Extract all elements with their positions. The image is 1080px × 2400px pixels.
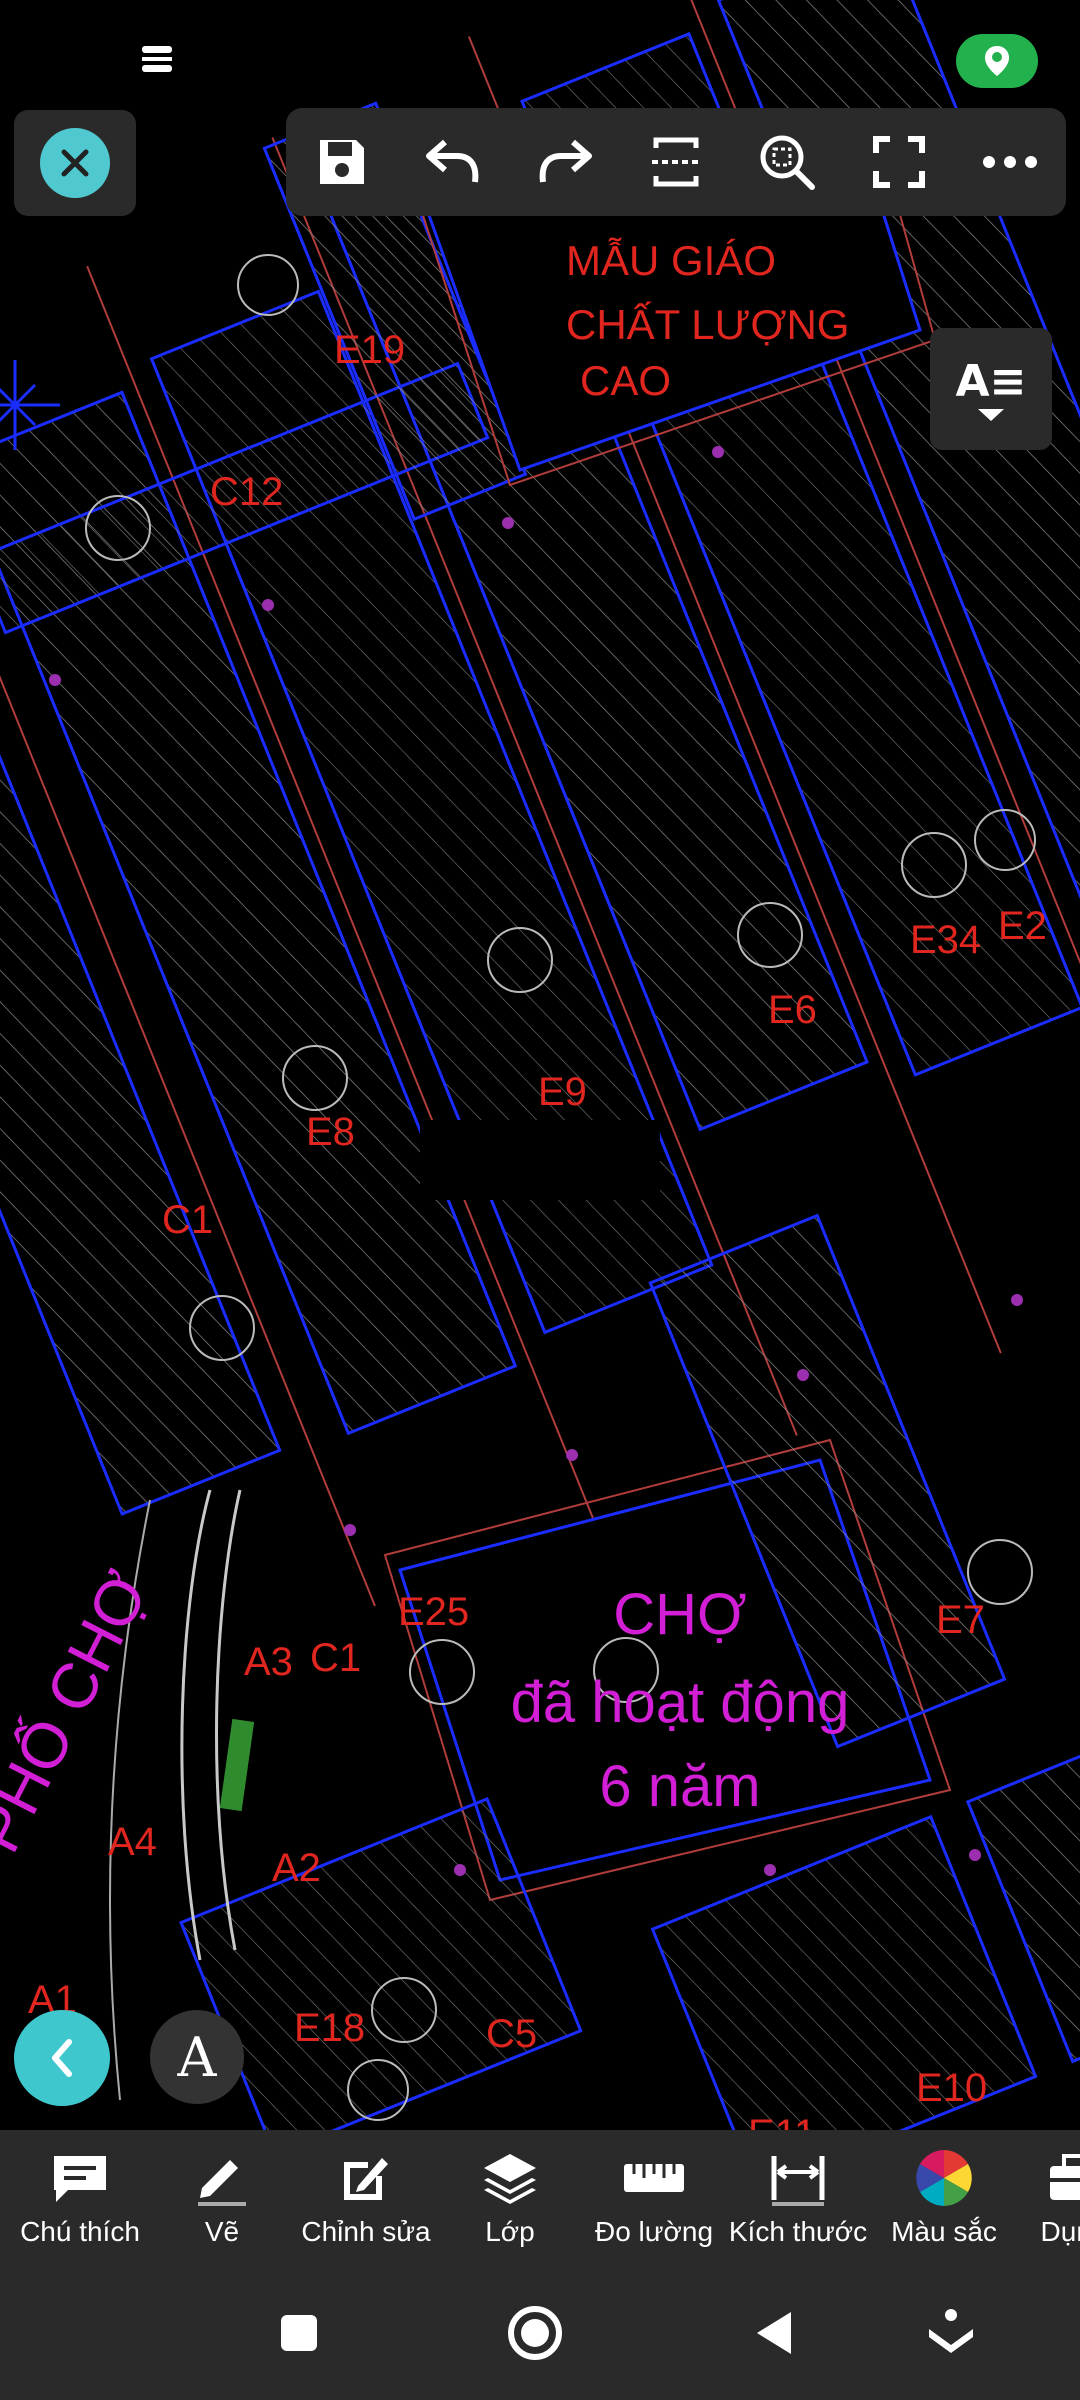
tool-comment[interactable]: Chú thích bbox=[10, 2130, 150, 2266]
zoom-window-button[interactable] bbox=[751, 126, 823, 198]
block-label-e10: E10 bbox=[916, 2066, 988, 2110]
tool-dimension[interactable]: Kích thước bbox=[728, 2130, 868, 2266]
tool-edit[interactable]: Chỉnh sửa bbox=[296, 2130, 436, 2266]
text-tool-button[interactable]: A bbox=[150, 2010, 244, 2104]
redo-button[interactable] bbox=[529, 126, 601, 198]
chevron-left-icon bbox=[52, 2039, 72, 2077]
more-icon bbox=[983, 156, 1038, 168]
more-button[interactable] bbox=[974, 126, 1046, 198]
top-toolbar bbox=[286, 108, 1066, 216]
market-label-3: 6 năm bbox=[599, 1754, 761, 1819]
kindergarten-label-3: CAO bbox=[580, 357, 672, 404]
block-label-a3: A3 bbox=[244, 1640, 293, 1684]
undo-icon bbox=[426, 139, 479, 183]
ruler-icon bbox=[624, 2164, 684, 2192]
block-label-e7: E7 bbox=[936, 1598, 985, 1642]
zoom-window-icon bbox=[760, 135, 816, 190]
download-hide-button[interactable] bbox=[916, 2298, 986, 2368]
block-label-c5: C5 bbox=[486, 2012, 538, 2056]
close-button[interactable] bbox=[14, 110, 136, 216]
tool-utility[interactable]: Dụng bbox=[1024, 2130, 1080, 2266]
block-label-a2: A2 bbox=[272, 1846, 321, 1890]
location-indicator[interactable] bbox=[956, 34, 1038, 88]
kindergarten-label-2: CHẤT LƯỢNG bbox=[566, 301, 850, 348]
dimension-icon bbox=[771, 2156, 825, 2206]
fullscreen-button[interactable] bbox=[863, 126, 935, 198]
kindergarten-label-1: MẪU GIÁO bbox=[566, 237, 777, 284]
block-label-c1-left: C1 bbox=[162, 1198, 214, 1242]
comment-icon bbox=[54, 2156, 106, 2202]
block-label-e25: E25 bbox=[398, 1590, 470, 1634]
fullscreen-icon bbox=[872, 136, 925, 188]
color-wheel-icon bbox=[916, 2150, 972, 2206]
system-navigation-bar bbox=[0, 2266, 1080, 2400]
tool-layers-label: Lớp bbox=[485, 2216, 535, 2247]
block-label-e2: E2 bbox=[998, 904, 1047, 948]
edit-icon bbox=[344, 2158, 388, 2200]
text-style-label: A≡ bbox=[955, 355, 1027, 407]
location-pin-icon bbox=[985, 46, 1009, 76]
close-icon bbox=[40, 128, 110, 198]
square-icon bbox=[281, 2315, 317, 2351]
tool-dimension-label: Kích thước bbox=[728, 2216, 868, 2247]
tool-comment-label: Chú thích bbox=[20, 2216, 140, 2247]
block-label-e34: E34 bbox=[910, 918, 982, 962]
tool-layers[interactable]: Lớp bbox=[450, 2130, 570, 2266]
block-label-e18: E18 bbox=[294, 2006, 366, 2050]
download-icon bbox=[929, 2309, 973, 2353]
toolbox-icon bbox=[1050, 2154, 1080, 2200]
back-triangle-icon bbox=[757, 2312, 791, 2354]
save-button[interactable] bbox=[306, 126, 378, 198]
block-label-e8: E8 bbox=[306, 1110, 355, 1154]
layers-icon bbox=[484, 2154, 536, 2204]
block-label-c1-bottom: C1 bbox=[310, 1636, 362, 1680]
save-icon bbox=[319, 140, 364, 184]
tool-utility-label: Dụng bbox=[1040, 2216, 1080, 2247]
tool-measure-label: Đo lường bbox=[594, 2216, 714, 2247]
undo-button[interactable] bbox=[417, 126, 489, 198]
collapse-button[interactable] bbox=[14, 2010, 110, 2106]
tool-edit-label: Chỉnh sửa bbox=[301, 2216, 431, 2247]
home-circle-icon bbox=[508, 2306, 562, 2360]
market-label-1: CHỢ bbox=[613, 1582, 747, 1647]
tool-color[interactable]: Màu sắc bbox=[876, 2130, 1012, 2266]
fit-width-button[interactable] bbox=[640, 126, 712, 198]
block-label-e6: E6 bbox=[768, 988, 817, 1032]
redo-icon bbox=[539, 139, 592, 183]
tool-measure[interactable]: Đo lường bbox=[586, 2130, 722, 2266]
bottom-tool-bar: Chú thích Vẽ Chỉnh sửa Lớp Đo lường Kích… bbox=[0, 2130, 1080, 2266]
tool-draw-label: Vẽ bbox=[204, 2216, 240, 2247]
block-label-a4: A4 bbox=[108, 1820, 157, 1864]
chevron-down-icon bbox=[978, 408, 1004, 421]
block-label-e19: E19 bbox=[334, 328, 406, 372]
recent-apps-button[interactable] bbox=[264, 2298, 334, 2368]
block-label-e9: E9 bbox=[538, 1070, 587, 1114]
tool-draw[interactable]: Vẽ bbox=[162, 2130, 282, 2266]
market-label-2: đã hoạt động bbox=[510, 1670, 850, 1735]
pencil-icon bbox=[198, 2160, 246, 2206]
text-style-toggle[interactable]: A≡ bbox=[930, 328, 1052, 450]
home-button[interactable] bbox=[500, 2298, 570, 2368]
fit-width-icon bbox=[651, 137, 700, 187]
block-label-c12: C12 bbox=[210, 470, 284, 514]
notification-icon bbox=[140, 44, 174, 74]
tool-color-label: Màu sắc bbox=[891, 2216, 997, 2247]
back-button[interactable] bbox=[738, 2298, 808, 2368]
